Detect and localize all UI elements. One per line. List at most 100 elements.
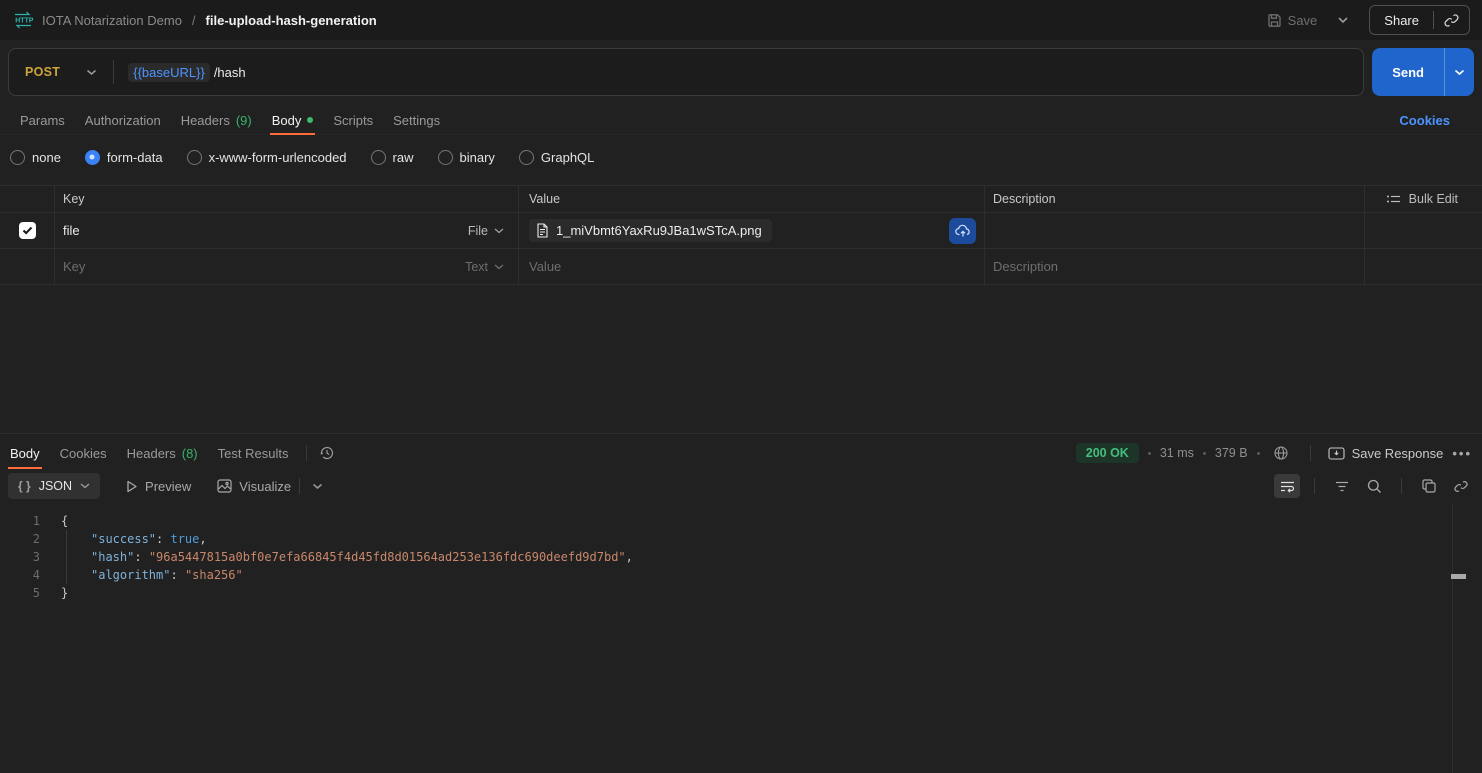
editor-edge-divider <box>1452 504 1453 773</box>
param-type-selector[interactable]: File <box>468 224 504 238</box>
tab-authorization-label: Authorization <box>85 113 161 128</box>
preview-button[interactable]: Preview <box>126 479 191 494</box>
radio-icon <box>10 150 25 165</box>
save-response-button[interactable]: Save Response <box>1328 446 1444 461</box>
divider <box>1310 445 1311 461</box>
tab-authorization[interactable]: Authorization <box>75 106 171 134</box>
value-cell-empty[interactable]: Value <box>519 249 985 284</box>
tab-headers[interactable]: Headers (9) <box>171 106 262 134</box>
share-button[interactable]: Share <box>1370 13 1433 28</box>
tab-settings[interactable]: Settings <box>383 106 450 134</box>
save-options-chevron-icon[interactable] <box>1333 12 1353 28</box>
wrap-text-icon[interactable] <box>1274 474 1300 498</box>
save-response-label: Save Response <box>1352 446 1444 461</box>
url-input[interactable]: {{baseURL}} /hash <box>128 63 1363 82</box>
url-box: POST {{baseURL}} /hash <box>8 48 1364 96</box>
link-icon[interactable] <box>1448 474 1474 498</box>
save-button[interactable]: Save <box>1261 9 1324 32</box>
row-checkbox-checked[interactable] <box>19 222 36 239</box>
empty-area <box>0 285 1482 433</box>
cloud-upload-icon <box>955 224 971 238</box>
file-chip[interactable]: 1_miVbmt6YaxRu9JBa1wSTcA.png <box>529 219 772 242</box>
network-globe-icon[interactable] <box>1269 441 1293 465</box>
format-label: JSON <box>39 479 72 493</box>
tab-scripts[interactable]: Scripts <box>323 106 383 134</box>
resp-tab-cookies-label: Cookies <box>60 446 107 461</box>
method-selector[interactable]: POST <box>9 65 113 79</box>
mode-form-data[interactable]: form-data <box>85 150 163 165</box>
param-type-label: File <box>468 224 488 238</box>
row-checkbox-cell <box>0 249 55 284</box>
format-more-chevron-icon[interactable] <box>308 479 327 494</box>
mode-urlencoded-label: x-www-form-urlencoded <box>209 150 347 165</box>
tab-settings-label: Settings <box>393 113 440 128</box>
response-format-selector[interactable]: { } JSON <box>8 473 100 499</box>
breadcrumb-request-name[interactable]: file-upload-hash-generation <box>206 13 377 28</box>
param-type-selector[interactable]: Text <box>465 260 504 274</box>
file-icon <box>536 223 549 238</box>
scrollbar-thumb[interactable] <box>1451 574 1466 579</box>
request-bar: POST {{baseURL}} /hash Send <box>8 48 1474 96</box>
mode-none-label: none <box>32 150 61 165</box>
resp-tab-body[interactable]: Body <box>0 438 50 468</box>
mode-none[interactable]: none <box>10 150 61 165</box>
response-format-row: { } JSON Preview Visualize <box>0 468 1482 504</box>
visualize-label: Visualize <box>239 479 291 494</box>
braces-icon: { } <box>18 479 31 493</box>
bulk-edit-button[interactable]: Bulk Edit <box>1386 192 1458 206</box>
breadcrumb-collection[interactable]: IOTA Notarization Demo <box>42 13 182 28</box>
resp-tab-headers-label: Headers <box>127 446 176 461</box>
url-variable-chip: {{baseURL}} <box>128 63 210 82</box>
line-number: 4 <box>0 566 40 584</box>
value-cell: 1_miVbmt6YaxRu9JBa1wSTcA.png <box>519 213 985 248</box>
code-line: 4 "algorithm": "sha256" <box>0 566 1482 584</box>
description-cell[interactable] <box>985 213 1365 248</box>
header-key: Key <box>55 186 519 212</box>
header-bulk-edit-cell: Bulk Edit <box>1365 186 1482 212</box>
divider <box>1401 478 1402 494</box>
body-mode-radios: none form-data x-www-form-urlencoded raw… <box>0 135 1482 179</box>
copy-icon[interactable] <box>1416 474 1442 498</box>
code-token: "success" <box>91 532 156 546</box>
method-label: POST <box>25 65 60 79</box>
key-cell[interactable]: file File <box>55 213 519 248</box>
tab-params[interactable]: Params <box>10 106 75 134</box>
description-cell-empty[interactable]: Description <box>985 249 1365 284</box>
row-checkbox-cell <box>0 213 55 248</box>
mode-graphql[interactable]: GraphQL <box>519 150 594 165</box>
code-token: { <box>61 514 68 528</box>
form-data-table: Key Value Description Bulk Edit <box>0 185 1482 285</box>
radio-icon <box>187 150 202 165</box>
code-line: 3 "hash": "96a5447815a0bf0e7efa66845f4d4… <box>0 548 1482 566</box>
header-description: Description <box>985 186 1365 212</box>
chevron-down-icon <box>494 228 504 234</box>
search-icon[interactable] <box>1361 474 1387 498</box>
resp-tab-cookies[interactable]: Cookies <box>50 438 117 468</box>
copy-link-icon[interactable] <box>1434 13 1469 28</box>
resp-tab-test-results[interactable]: Test Results <box>208 438 299 468</box>
radio-icon <box>438 150 453 165</box>
line-number: 5 <box>0 584 40 602</box>
resp-tab-headers[interactable]: Headers (8) <box>117 438 208 468</box>
send-options-chevron-icon[interactable] <box>1444 48 1474 96</box>
tab-scripts-label: Scripts <box>333 113 373 128</box>
key-value: file <box>63 223 80 238</box>
radio-selected-icon <box>85 150 100 165</box>
cookies-link[interactable]: Cookies <box>1399 113 1472 128</box>
send-button[interactable]: Send <box>1372 48 1444 96</box>
mode-x-www-form-urlencoded[interactable]: x-www-form-urlencoded <box>187 150 347 165</box>
upload-file-button[interactable] <box>949 218 976 244</box>
visualize-button[interactable]: Visualize <box>217 479 291 494</box>
response-size: 379 B <box>1215 446 1248 460</box>
mode-binary[interactable]: binary <box>438 150 495 165</box>
dot-separator <box>1148 452 1151 455</box>
tab-body[interactable]: Body <box>262 106 324 134</box>
more-actions-icon[interactable]: ••• <box>1452 446 1472 461</box>
filter-icon[interactable] <box>1329 474 1355 498</box>
response-history-icon[interactable] <box>315 441 339 465</box>
mode-raw[interactable]: raw <box>371 150 414 165</box>
mode-form-data-label: form-data <box>107 150 163 165</box>
key-cell-empty[interactable]: Key Text <box>55 249 519 284</box>
save-label: Save <box>1288 13 1318 28</box>
form-row-file: file File 1_miVbmt6YaxRu9JBa1wSTcA.png <box>0 213 1482 249</box>
